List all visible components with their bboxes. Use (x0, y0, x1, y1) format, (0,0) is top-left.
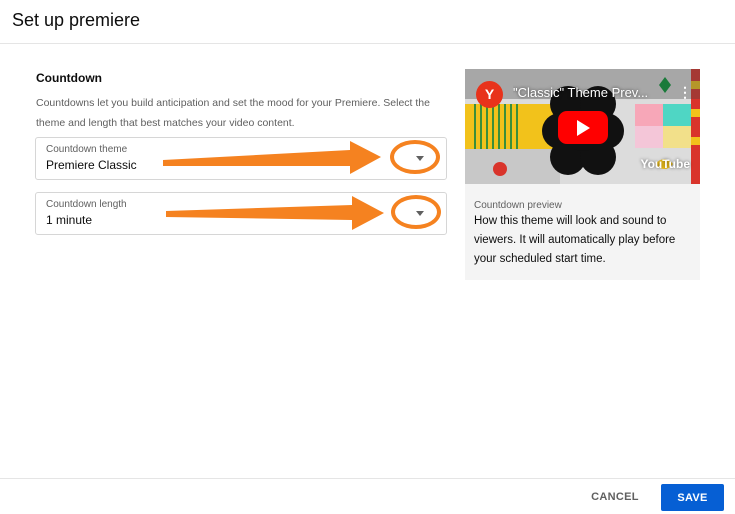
save-button[interactable]: SAVE (661, 484, 724, 511)
countdown-length-value: 1 minute (46, 213, 93, 227)
cancel-button[interactable]: CANCEL (584, 484, 646, 510)
countdown-length-label: Countdown length (46, 199, 127, 210)
more-vert-icon[interactable]: ⋮ (678, 84, 692, 101)
annotation-circle-length (391, 195, 441, 229)
youtube-watermark[interactable]: YouTube (640, 157, 690, 171)
annotation-circle-theme (390, 140, 440, 174)
preview-video-title[interactable]: "Classic" Theme Prev... (513, 85, 663, 100)
preview-caption-label: Countdown preview (474, 200, 562, 211)
countdown-preview-card: Y "Classic" Theme Prev... ⋮ YouTube Coun… (465, 69, 700, 280)
countdown-theme-select[interactable]: Countdown theme Premiere Classic (35, 137, 447, 180)
countdown-description: Countdowns let you build anticipation an… (36, 97, 430, 129)
preview-caption-text: How this theme will look and sound to vi… (474, 215, 676, 265)
countdown-section-title: Countdown (36, 71, 102, 85)
countdown-theme-label: Countdown theme (46, 144, 128, 155)
countdown-length-select[interactable]: Countdown length 1 minute (35, 192, 447, 235)
dialog-title: Set up premiere (12, 10, 141, 30)
play-button-icon[interactable] (558, 111, 608, 144)
channel-avatar[interactable]: Y (476, 81, 503, 108)
countdown-theme-value: Premiere Classic (46, 158, 137, 172)
dialog-header: Set up premiere (0, 0, 735, 44)
preview-video-thumbnail[interactable]: Y "Classic" Theme Prev... ⋮ YouTube (465, 69, 700, 184)
